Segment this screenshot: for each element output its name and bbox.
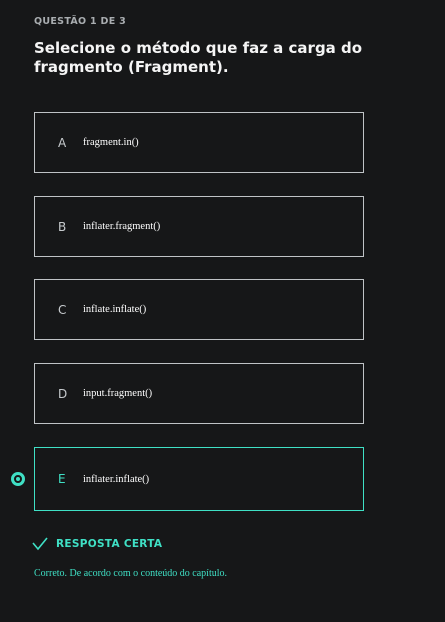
result-label: RESPOSTA CERTA (56, 538, 163, 550)
option-a[interactable]: A fragment.in() (34, 112, 364, 173)
option-letter: C (58, 302, 67, 317)
option-letter: E (58, 472, 66, 486)
option-text: inflate.inflate() (83, 304, 147, 315)
option-text: input.fragment() (83, 388, 153, 399)
option-letter: A (58, 135, 67, 150)
check-icon (32, 537, 48, 551)
option-e[interactable]: E inflater.inflate() (34, 447, 364, 511)
option-b[interactable]: B inflater.fragment() (34, 196, 364, 257)
option-c[interactable]: C inflate.inflate() (34, 279, 364, 340)
feedback-text: Correto. De acordo com o conteúdo do cap… (34, 568, 227, 579)
result-banner: RESPOSTA CERTA (32, 537, 162, 551)
option-d[interactable]: D input.fragment() (34, 363, 364, 424)
option-text: inflater.inflate() (83, 473, 150, 485)
question-title: Selecione o método que faz a carga do fr… (34, 39, 363, 76)
option-text: fragment.in() (83, 137, 139, 148)
option-letter: B (58, 219, 67, 234)
option-text: inflater.fragment() (83, 221, 161, 232)
question-counter: QUESTÃO 1 DE 3 (34, 16, 127, 27)
selected-radio-icon[interactable] (11, 472, 25, 486)
option-letter: D (58, 386, 68, 401)
